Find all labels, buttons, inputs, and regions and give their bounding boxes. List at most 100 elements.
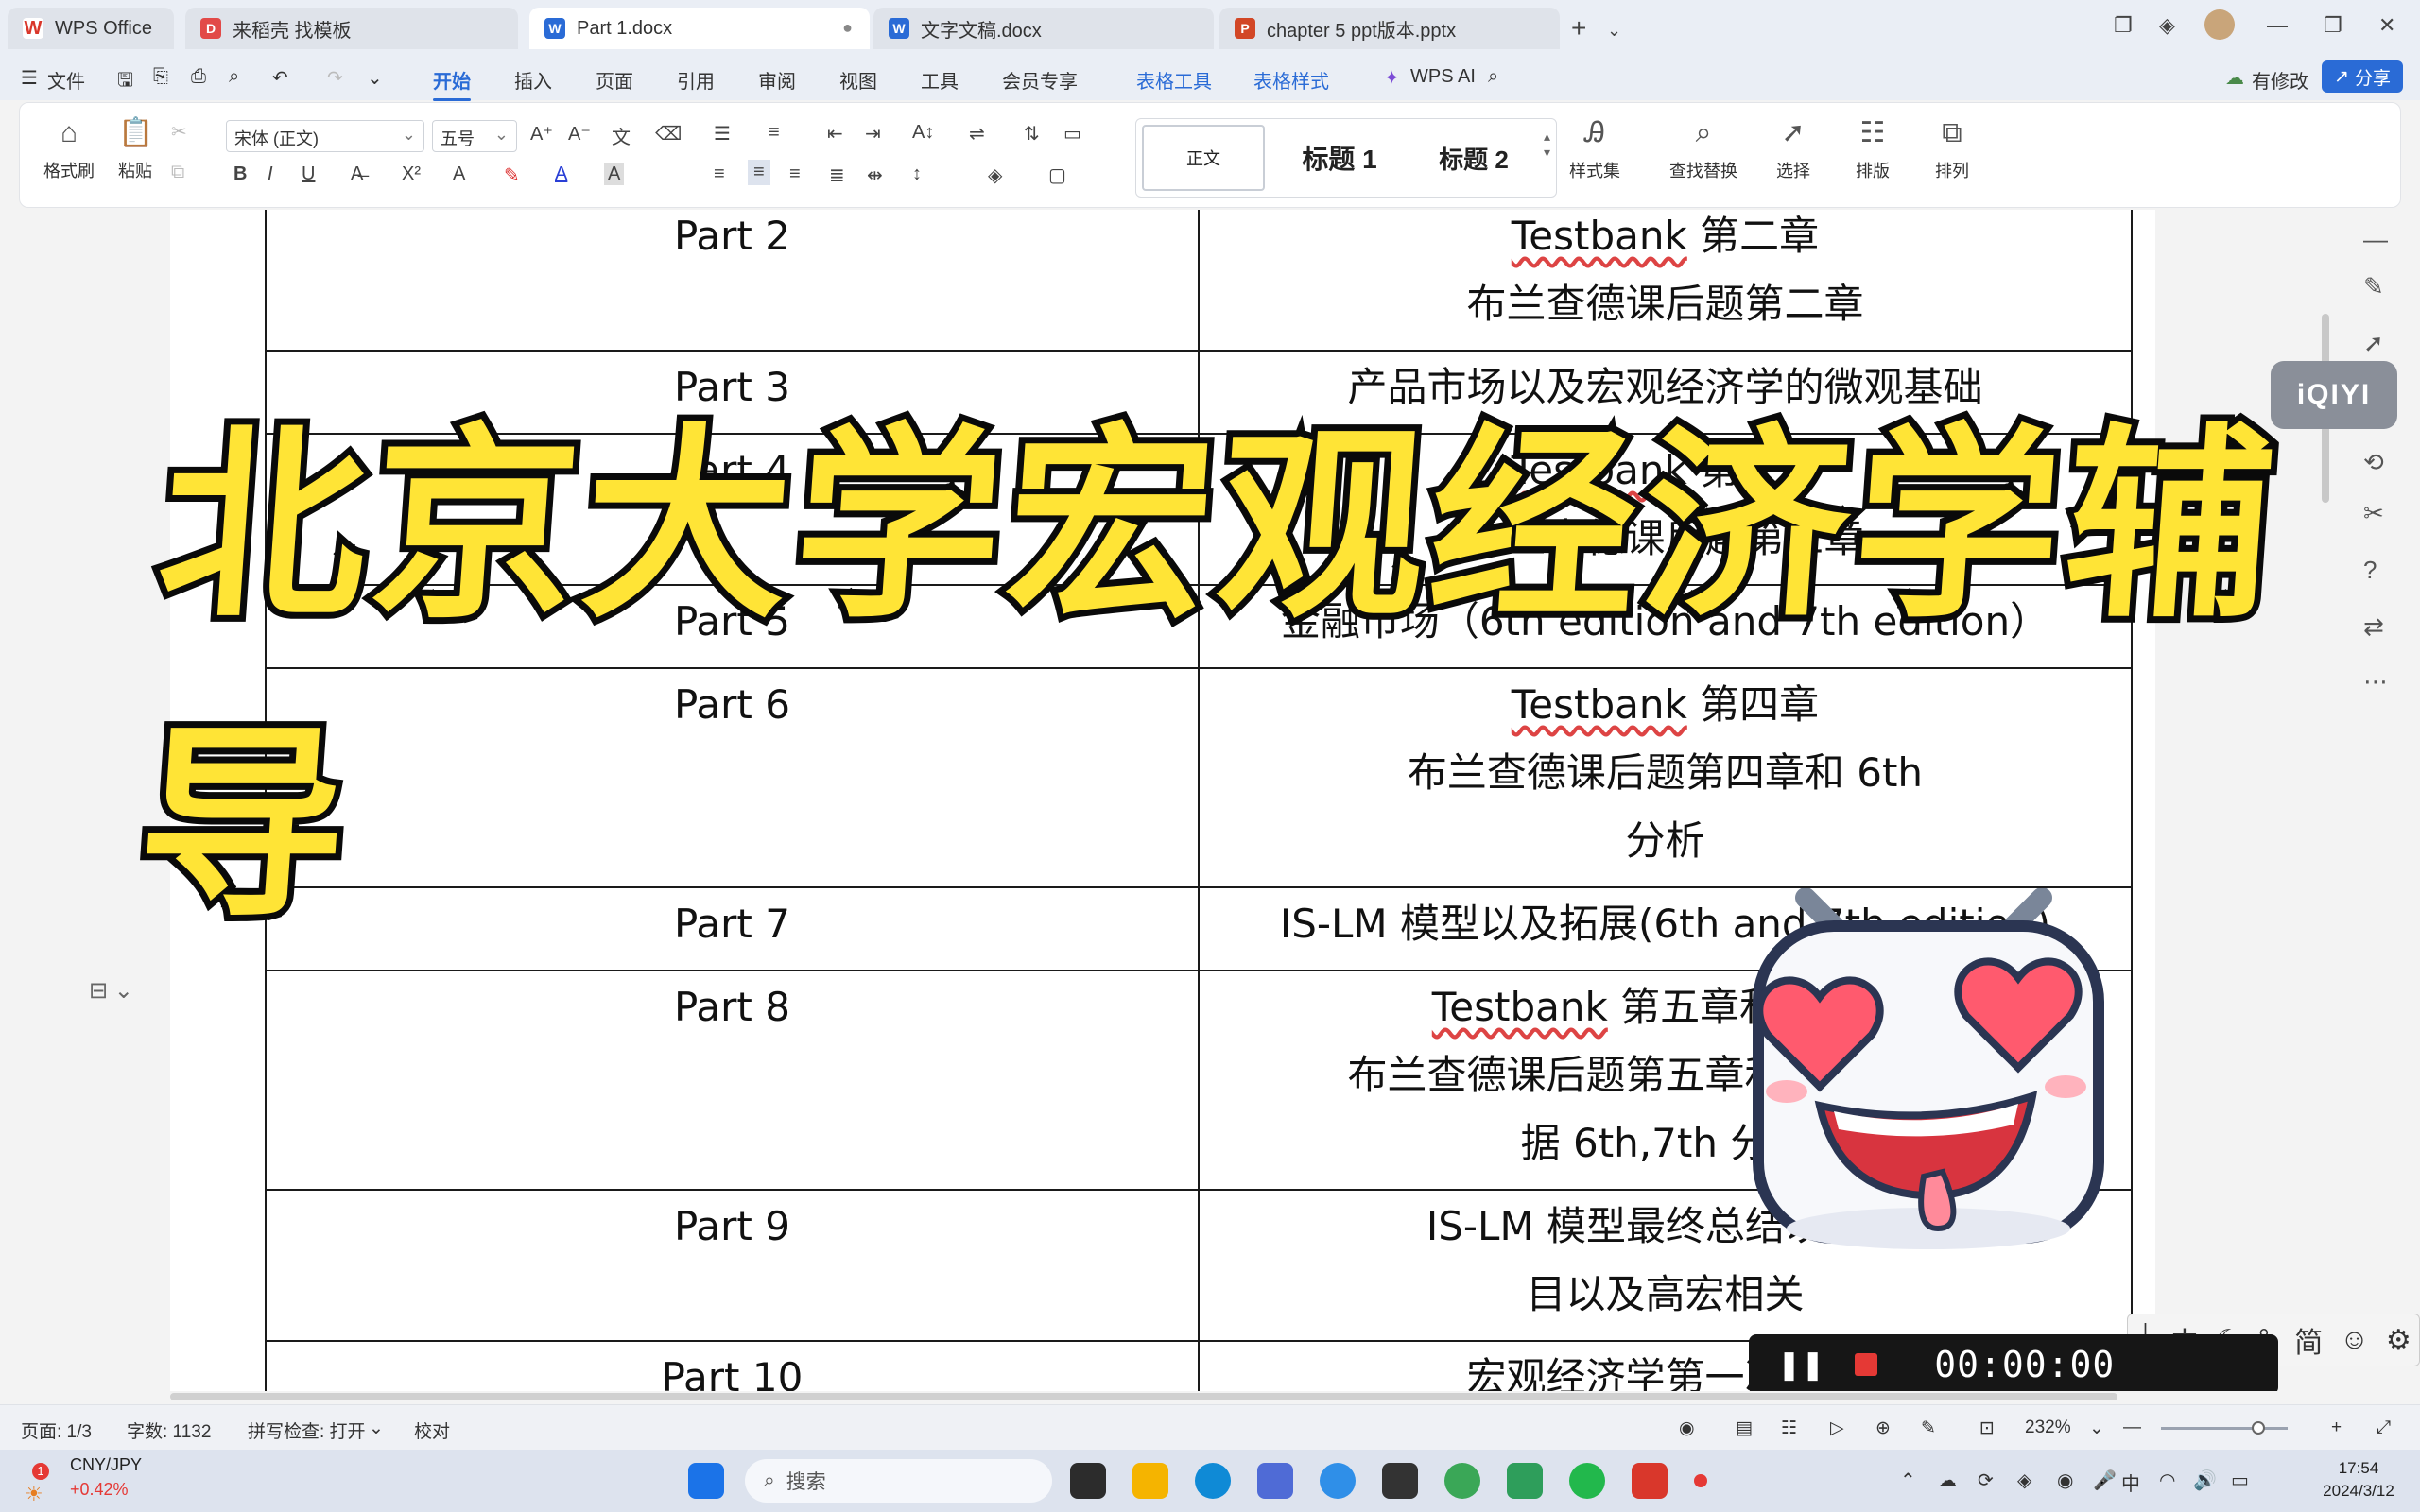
web-view-icon[interactable]: ⊕	[1876, 1418, 1891, 1439]
clock[interactable]: 17:54 2024/3/12	[2307, 1457, 2411, 1503]
layout-button[interactable]: ☷ 排版	[1844, 116, 1901, 182]
zoom-out-icon[interactable]: —	[2123, 1418, 2141, 1438]
italic-icon[interactable]: I	[268, 163, 273, 185]
scrollbar-thumb[interactable]	[170, 1393, 2118, 1400]
horizontal-scrollbar[interactable]	[0, 1391, 2325, 1402]
app-tray-icon[interactable]: ◈	[2017, 1469, 2031, 1492]
tab-docer[interactable]: D 来稻壳 找模板	[185, 8, 518, 49]
style-set-button[interactable]: Ꭿ 样式集	[1557, 116, 1633, 182]
bullet-list-icon[interactable]: ☰	[714, 122, 731, 146]
phonetic-icon[interactable]: 文	[612, 122, 631, 149]
text-effect-icon[interactable]: A	[453, 163, 465, 185]
undo-icon[interactable]: ↶	[272, 66, 288, 90]
shrink-font-icon[interactable]: A⁻	[568, 122, 591, 146]
align-left-icon[interactable]: ≡	[714, 163, 725, 185]
tab-part1-docx[interactable]: W Part 1.docx ●	[529, 8, 870, 49]
shading-icon[interactable]: ◈	[988, 163, 1002, 187]
font-color-icon[interactable]: A	[555, 163, 567, 185]
pen-icon[interactable]: ✎	[1921, 1418, 1936, 1439]
cursor-icon[interactable]: ➚	[2363, 329, 2384, 358]
windows-start-icon[interactable]	[688, 1463, 724, 1499]
chevron-down-icon[interactable]: ⌄	[367, 66, 383, 90]
fullscreen-icon[interactable]: ⤢	[2377, 1418, 2391, 1438]
tools-icon[interactable]: ✂	[2363, 499, 2384, 528]
format-painter-button[interactable]: ⌂ 格式刷	[41, 116, 97, 182]
tab-chapter5-pptx[interactable]: P chapter 5 ppt版本.pptx	[1219, 8, 1560, 49]
chevron-up-icon[interactable]: ⌃	[1900, 1469, 1916, 1492]
hamburger-icon[interactable]: ☰	[21, 66, 38, 90]
gallery-scroll-icon[interactable]: ▴ ▾	[1544, 129, 1550, 161]
cat-icon[interactable]: ◉	[2057, 1469, 2073, 1492]
align-center-icon[interactable]: ≡	[748, 160, 770, 185]
sync-icon[interactable]: ⇄	[2363, 612, 2384, 642]
chevron-down-icon[interactable]: ⌄	[369, 1418, 384, 1439]
underline-icon[interactable]: U	[302, 163, 315, 185]
menu-review[interactable]: 审阅	[758, 66, 796, 94]
numbered-list-icon[interactable]: ≡	[769, 122, 780, 144]
font-name-select[interactable]: 宋体 (正文) ⌄	[226, 120, 424, 152]
menu-reference[interactable]: 引用	[677, 66, 715, 94]
zoom-in-icon[interactable]: +	[2331, 1418, 2342, 1438]
ticker-value[interactable]: +0.42%	[70, 1480, 129, 1500]
align-right-icon[interactable]: ≡	[789, 163, 801, 185]
folder-icon[interactable]	[1132, 1463, 1168, 1499]
table-line-icon[interactable]: ▭	[1063, 122, 1081, 146]
chevron-down-icon[interactable]: ⌄	[2089, 1418, 2104, 1439]
wrap-icon[interactable]: ⇌	[969, 122, 985, 146]
collapse-icon[interactable]: —	[2363, 225, 2388, 254]
table-row[interactable]: Part 2 Testbank 第二章 布兰查德课后题第二章	[265, 210, 2134, 352]
sync-icon[interactable]: ⟳	[1978, 1469, 1994, 1492]
arrange-button[interactable]: ⧉ 排列	[1924, 116, 1980, 182]
cloud-icon[interactable]: ☁	[1938, 1469, 1957, 1492]
modify-status[interactable]: 有修改	[2252, 66, 2308, 94]
zoom-slider-handle[interactable]	[2252, 1421, 2265, 1435]
outline-view-icon[interactable]: ☷	[1781, 1418, 1797, 1439]
ime-indicator[interactable]: 中	[2121, 1469, 2140, 1496]
pause-icon[interactable]: ❚❚	[1777, 1349, 1824, 1382]
menu-insert[interactable]: 插入	[514, 66, 552, 94]
grow-font-icon[interactable]: A⁺	[530, 122, 553, 146]
menu-table-style[interactable]: 表格样式	[1253, 66, 1329, 94]
mic-icon[interactable]: 🎤	[2093, 1469, 2117, 1492]
wps-logo-icon[interactable]	[1632, 1463, 1668, 1499]
clear-format-icon[interactable]: ⌫	[655, 122, 682, 146]
text-direction-icon[interactable]: A↕	[912, 122, 934, 144]
volume-icon[interactable]: 🔊	[2193, 1469, 2217, 1492]
stock-widget-icon[interactable]: 1 ☀	[25, 1463, 60, 1505]
new-tab-plus-icon[interactable]: +	[1571, 13, 1586, 43]
export-icon[interactable]: ⎘	[153, 66, 168, 88]
bold-icon[interactable]: B	[233, 163, 247, 185]
chrome-icon[interactable]	[1444, 1463, 1480, 1499]
menu-member[interactable]: 会员专享	[1002, 66, 1078, 94]
font-size-select[interactable]: 五号 ⌄	[432, 120, 517, 152]
green-app-icon[interactable]	[1507, 1463, 1543, 1499]
menu-tools[interactable]: 工具	[921, 66, 959, 94]
menu-wps-ai[interactable]: WPS AI	[1410, 66, 1476, 88]
taskbar-search[interactable]: ⌕ 搜索	[745, 1459, 1052, 1503]
battery-icon[interactable]: ▭	[2231, 1469, 2249, 1492]
eye-icon[interactable]: ◉	[1679, 1418, 1695, 1439]
more-icon[interactable]: ⋯	[2363, 667, 2388, 696]
record-icon[interactable]	[1694, 1474, 1707, 1487]
ticker-name[interactable]: CNY/JPY	[70, 1455, 142, 1475]
wifi-icon[interactable]: ◠	[2159, 1469, 2175, 1492]
save-icon[interactable]: 🖫	[117, 66, 133, 98]
part-cell[interactable]: Part 10	[265, 1340, 1200, 1391]
sort-icon[interactable]: ⇅	[1024, 122, 1040, 146]
part-cell[interactable]: Part 9	[265, 1189, 1200, 1342]
cut-icon[interactable]: ✂	[171, 120, 187, 144]
spell-check-toggle[interactable]: 拼写检查: 打开	[248, 1418, 366, 1443]
zoom-slider[interactable]	[2161, 1421, 2288, 1435]
menu-file[interactable]: 文件	[47, 66, 85, 94]
translate-icon[interactable]: ⟲	[2363, 448, 2384, 477]
content-cell[interactable]: Testbank 第二章 布兰查德课后题第二章	[1197, 210, 2134, 352]
store-icon[interactable]	[1257, 1463, 1293, 1499]
edge-icon[interactable]	[1195, 1463, 1231, 1499]
ie-icon[interactable]	[1320, 1463, 1356, 1499]
part-cell[interactable]: Part 8	[265, 970, 1200, 1191]
app-icon[interactable]	[1382, 1463, 1418, 1499]
share-button[interactable]: ↗ 分享	[2322, 60, 2403, 93]
table-layout-icon[interactable]: ⊟ ⌄	[89, 977, 133, 1005]
restore-icon[interactable]: ❐	[2324, 13, 2342, 38]
border-icon[interactable]: ▢	[1048, 163, 1066, 187]
